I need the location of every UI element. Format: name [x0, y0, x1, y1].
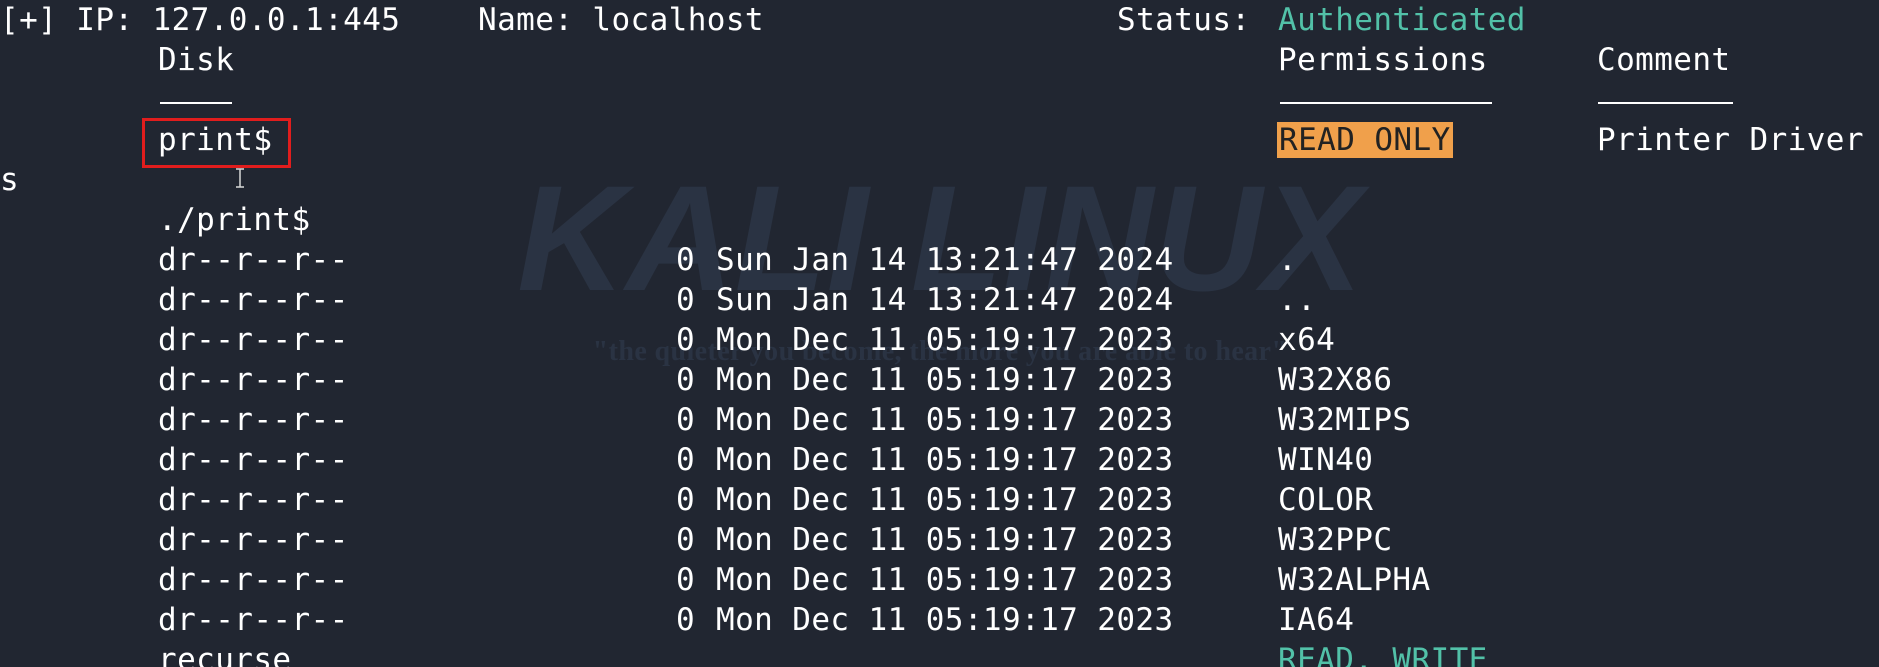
listing-permissions: dr--r--r--: [158, 362, 349, 398]
next-share-name[interactable]: recurse: [158, 640, 291, 667]
ip-line: [+] IP: 127.0.0.1:445: [0, 2, 401, 38]
listing-size: 0: [676, 602, 696, 638]
listing-filename: W32ALPHA: [1278, 562, 1431, 598]
listing-size: 0: [676, 562, 696, 598]
listing-date: Mon Dec 11 05:19:17 2023: [716, 442, 1174, 478]
listing-size: 0: [676, 482, 696, 518]
listing-date: Mon Dec 11 05:19:17 2023: [716, 602, 1174, 638]
listing-date: Mon Dec 11 05:19:17 2023: [716, 562, 1174, 598]
listing-date: Mon Dec 11 05:19:17 2023: [716, 322, 1174, 358]
permission-read-only: READ ONLY: [1277, 122, 1453, 158]
share-name[interactable]: print$: [158, 120, 272, 160]
listing-permissions: dr--r--r--: [158, 322, 349, 358]
column-disk: Disk: [158, 42, 235, 78]
listing-date: Sun Jan 14 13:21:47 2024: [716, 242, 1174, 278]
listing-size: 0: [676, 242, 696, 278]
listing-size: 0: [676, 322, 696, 358]
share-path: ./print$: [158, 202, 311, 238]
listing-date: Mon Dec 11 05:19:17 2023: [716, 402, 1174, 438]
listing-permissions: dr--r--r--: [158, 522, 349, 558]
disk-underline: [160, 102, 232, 104]
terminal-window[interactable]: KALI LINUX "the quieter you become, the …: [0, 0, 1879, 667]
listing-filename: W32MIPS: [1278, 402, 1412, 438]
listing-filename: x64: [1278, 322, 1336, 358]
listing-size: 0: [676, 282, 696, 318]
share-comment-wrap: s: [0, 162, 20, 198]
listing-size: 0: [676, 402, 696, 438]
comment-underline: [1598, 102, 1733, 104]
listing-date: Mon Dec 11 05:19:17 2023: [716, 482, 1174, 518]
share-comment: Printer Driver: [1597, 122, 1864, 158]
listing-permissions: dr--r--r--: [158, 402, 349, 438]
listing-filename: IA64: [1278, 602, 1355, 638]
listing-date: Mon Dec 11 05:19:17 2023: [716, 362, 1174, 398]
listing-filename: WIN40: [1278, 442, 1374, 478]
listing-permissions: dr--r--r--: [158, 282, 349, 318]
listing-permissions: dr--r--r--: [158, 602, 349, 638]
status-label: Status:: [1117, 2, 1251, 38]
next-share-permission: READ, WRITE: [1278, 642, 1488, 667]
listing-filename: W32PPC: [1278, 522, 1393, 558]
listing-permissions: dr--r--r--: [158, 442, 349, 478]
listing-size: 0: [676, 362, 696, 398]
listing-date: Sun Jan 14 13:21:47 2024: [716, 282, 1174, 318]
listing-permissions: dr--r--r--: [158, 242, 349, 278]
text-cursor-icon: [236, 168, 244, 188]
listing-size: 0: [676, 522, 696, 558]
listing-permissions: dr--r--r--: [158, 562, 349, 598]
listing-date: Mon Dec 11 05:19:17 2023: [716, 522, 1174, 558]
listing-filename: ..: [1278, 282, 1317, 318]
listing-filename: COLOR: [1278, 482, 1374, 518]
column-permissions: Permissions: [1278, 42, 1488, 78]
listing-permissions: dr--r--r--: [158, 482, 349, 518]
listing-size: 0: [676, 442, 696, 478]
status-value: Authenticated: [1278, 2, 1526, 38]
listing-filename: .: [1278, 242, 1298, 278]
listing-filename: W32X86: [1278, 362, 1393, 398]
permissions-underline: [1280, 102, 1492, 104]
column-comment: Comment: [1597, 42, 1731, 78]
host-name: Name: localhost: [478, 2, 764, 38]
permission-badge: READ ONLY: [1277, 120, 1453, 160]
